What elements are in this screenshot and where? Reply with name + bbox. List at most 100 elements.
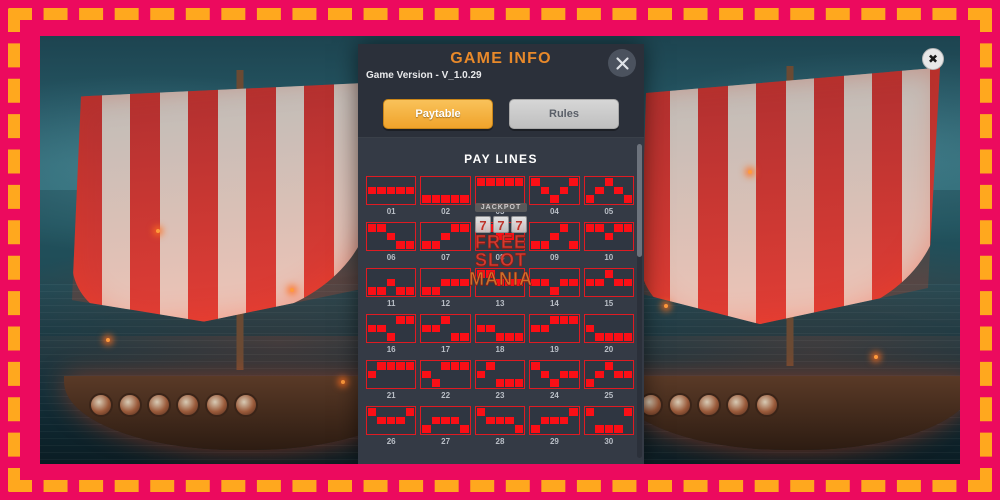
payline-slot [405, 408, 415, 416]
payline-slot [451, 379, 459, 387]
payline-number: 22 [441, 391, 451, 400]
payline-slot [605, 408, 613, 416]
payline-slot [541, 425, 549, 433]
payline-slot [441, 333, 449, 341]
payline-slot [431, 287, 441, 295]
payline-slot [531, 224, 539, 232]
payline-slot [477, 417, 485, 425]
payline-slot [486, 371, 494, 379]
payline-slot [396, 186, 405, 195]
payline-slot [406, 178, 414, 186]
payline-slot [505, 270, 513, 278]
payline-slot [605, 325, 613, 333]
payline-slot [514, 333, 524, 341]
striped-sail [72, 71, 372, 333]
payline-slot [560, 241, 568, 249]
payline-slot [422, 425, 431, 433]
payline-slot [460, 187, 468, 195]
payline-slot [614, 178, 622, 186]
close-icon: ✖ [927, 52, 939, 66]
payline-slot [515, 195, 523, 203]
payline-slot [451, 178, 459, 186]
payline-slot [486, 241, 494, 249]
payline-slot [550, 316, 559, 324]
payline-slot [496, 408, 504, 416]
payline-slot [614, 195, 622, 203]
payline-slot [569, 370, 578, 379]
payline-slot [614, 224, 623, 232]
vertical-scrollbar[interactable] [637, 144, 642, 458]
payline-slot [624, 316, 632, 324]
shield-icon [754, 393, 779, 417]
payline-slot [531, 379, 539, 387]
payline-pattern [420, 176, 471, 205]
payline-slot [368, 425, 376, 433]
payline-slot [460, 270, 468, 278]
payline-slot [396, 425, 404, 433]
payline-slot [432, 224, 440, 232]
payline-slot [387, 241, 395, 249]
payline-slot [377, 425, 385, 433]
payline-slot [406, 224, 414, 232]
payline-slot [477, 333, 485, 341]
payline-slot [496, 241, 504, 249]
payline-pattern [474, 314, 526, 343]
payline-slot [387, 325, 395, 333]
scrollbar-thumb[interactable] [637, 144, 642, 258]
payline-slot [451, 316, 459, 324]
payline-slot [451, 425, 459, 433]
payline-slot [595, 362, 603, 370]
payline-slot [541, 195, 549, 203]
payline-slot [377, 416, 386, 425]
payline-slot [550, 287, 559, 295]
tab-paytable[interactable]: Paytable [383, 98, 493, 129]
payline-slot [441, 362, 450, 370]
payline-slot [432, 270, 440, 278]
game-stage: ✖ GAME INFO Game Version - V_1.0.29 Payt… [40, 36, 960, 464]
payline-slot [550, 425, 558, 433]
payline-slot [386, 186, 396, 195]
payline-slot [476, 270, 486, 278]
payline-slot [476, 324, 486, 333]
payline-slot [496, 362, 504, 370]
stage-close-button[interactable]: ✖ [922, 48, 944, 70]
payline-slot [368, 279, 376, 287]
payline-slot [569, 241, 578, 249]
payline-number: 16 [386, 345, 396, 354]
payline-slot [451, 287, 459, 295]
payline-slot [451, 371, 459, 379]
payline-pattern [366, 176, 417, 205]
payline-number: 02 [441, 207, 451, 216]
payline-slot [559, 416, 569, 425]
payline-slot [505, 241, 513, 249]
payline-slot [396, 325, 404, 333]
payline-slot [368, 370, 377, 379]
payline-slot [541, 362, 549, 370]
payline-slot [514, 178, 524, 186]
payline-slot [386, 416, 396, 425]
payline-number: 15 [604, 299, 614, 308]
payline-slot [560, 325, 568, 333]
payline-slot [377, 279, 385, 287]
payline-slot [406, 233, 414, 241]
payline-slot [460, 379, 468, 387]
payline-slot [422, 316, 430, 324]
paylines-grid: 01 02 03 04 05 06 07 08 09 10 11 12 13 14 15 16 17 18 19 20… [358, 176, 644, 452]
payline-slot [460, 408, 468, 416]
payline-slot [505, 333, 514, 341]
payline-slot [560, 270, 568, 278]
close-button[interactable] [608, 49, 636, 77]
payline-slot [595, 333, 604, 341]
payline-slot [441, 425, 449, 433]
tab-rules[interactable]: Rules [509, 98, 619, 129]
payline-slot [377, 408, 385, 416]
payline-slot [514, 425, 524, 433]
payline-slot [422, 224, 430, 232]
payline-pattern [474, 268, 526, 297]
payline-slot [614, 379, 622, 387]
payline-slot [405, 287, 415, 295]
payline-slot [515, 241, 523, 249]
payline-slot [477, 362, 485, 370]
payline-number: 17 [441, 345, 451, 354]
payline-slot [531, 425, 540, 433]
